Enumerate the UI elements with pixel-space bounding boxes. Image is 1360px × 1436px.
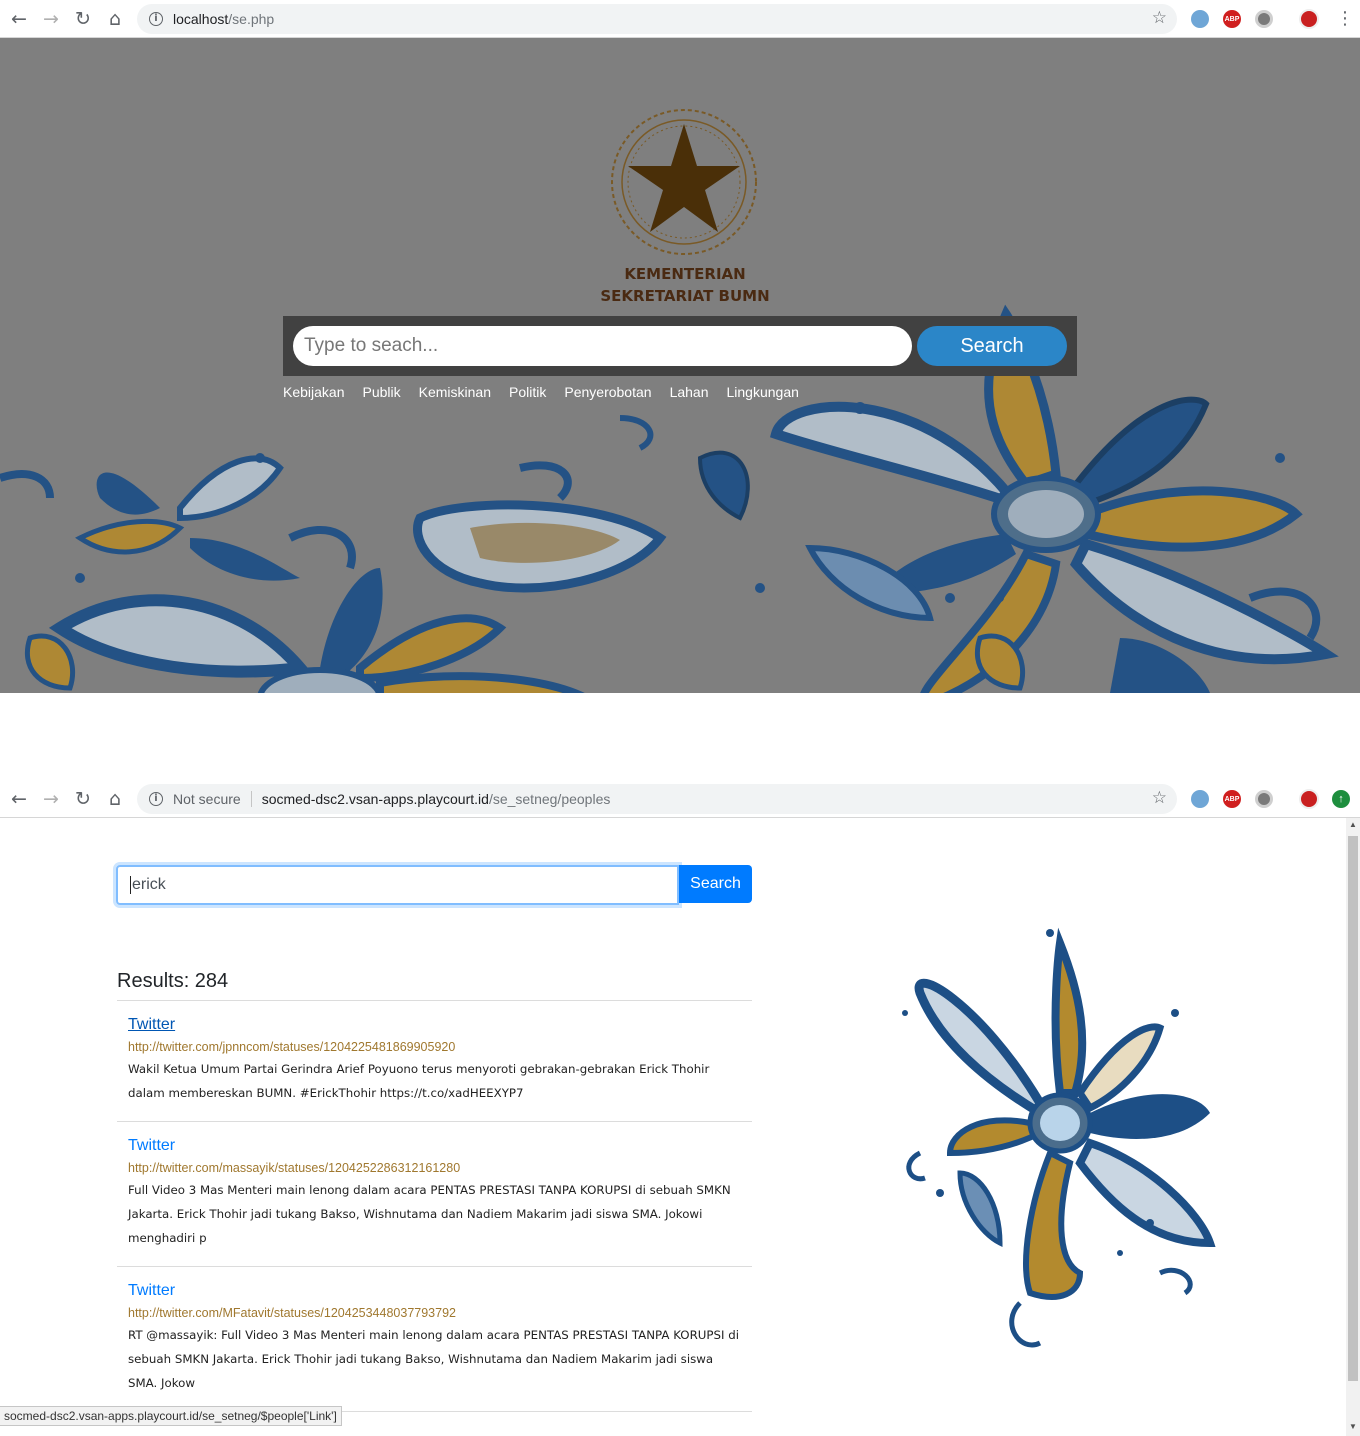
url-path: /se.php: [228, 11, 275, 27]
reload-icon[interactable]: ↻: [67, 3, 99, 35]
home-icon[interactable]: ⌂: [99, 783, 131, 815]
hero-search-input[interactable]: Type to seach...: [293, 326, 912, 366]
result-item: Twitter http://twitter.com/jpnncom/statu…: [128, 1016, 740, 1105]
result-url[interactable]: http://twitter.com/MFatavit/statuses/120…: [128, 1306, 740, 1320]
divider: [117, 1000, 752, 1001]
address-bar[interactable]: i Not secure socmed-dsc2.vsan-apps.playc…: [137, 784, 1177, 814]
profile-avatar-icon[interactable]: [1299, 9, 1319, 29]
back-icon[interactable]: ←: [3, 783, 35, 815]
info-icon[interactable]: i: [149, 12, 163, 26]
people-search-button[interactable]: Search: [679, 865, 752, 903]
hero-search-bar: Type to seach... Search: [283, 316, 1077, 376]
update-arrow-icon[interactable]: ↑: [1332, 790, 1350, 808]
result-item: Twitter http://twitter.com/massayik/stat…: [128, 1137, 740, 1250]
ministry-line-2: SEKRETARIAT BUMN: [600, 287, 770, 305]
scroll-up-arrow-icon[interactable]: ▲: [1349, 820, 1357, 829]
batik-flower-illustration: [902, 927, 1216, 1348]
results-count: Results: 284: [117, 970, 229, 992]
result-title-link[interactable]: Twitter: [128, 1016, 740, 1034]
divider: [117, 1266, 752, 1267]
url-path: /se_setneg/peoples: [488, 791, 611, 807]
people-search-input[interactable]: erick: [116, 865, 679, 905]
category-link[interactable]: Politik: [509, 384, 546, 400]
circle-extension-icon[interactable]: [1255, 10, 1273, 28]
result-title-link[interactable]: Twitter: [128, 1137, 740, 1155]
ministry-name: KEMENTERIAN SEKRETARIAT BUMN: [540, 263, 830, 307]
scrollbar-thumb[interactable]: [1348, 836, 1358, 1381]
reload-icon[interactable]: ↻: [67, 783, 99, 815]
bookmark-star-icon[interactable]: ☆: [1152, 788, 1167, 808]
info-icon[interactable]: i: [149, 792, 163, 806]
result-snippet: Wakil Ketua Umum Partai Gerindra Arief P…: [128, 1062, 710, 1100]
result-snippet: Full Video 3 Mas Menteri main lenong dal…: [128, 1183, 731, 1245]
ministry-line-1: KEMENTERIAN: [624, 265, 746, 283]
text-caret: [130, 876, 131, 894]
adblock-extension-icon[interactable]: ABP: [1223, 10, 1241, 28]
category-link[interactable]: Publik: [363, 384, 401, 400]
address-bar[interactable]: i localhost/se.php ☆: [137, 4, 1177, 34]
browser-menu-icon[interactable]: ⋮: [1336, 8, 1354, 29]
category-link[interactable]: Lahan: [670, 384, 709, 400]
cloud-extension-icon[interactable]: [1191, 790, 1209, 808]
page-scrollbar[interactable]: ▲ ▼: [1346, 818, 1360, 1436]
link-status-bar: socmed-dsc2.vsan-apps.playcourt.id/se_se…: [0, 1406, 342, 1426]
cloud-extension-icon[interactable]: [1191, 10, 1209, 28]
result-title-link[interactable]: Twitter: [128, 1282, 740, 1300]
url-host: localhost: [173, 11, 229, 27]
category-link[interactable]: Kebijakan: [283, 384, 345, 400]
url-host: socmed-dsc2.vsan-apps.playcourt.id: [261, 791, 489, 807]
search-results-page: erick Search Results: 284 Twitter http:/…: [0, 818, 1346, 1436]
hero-search-button[interactable]: Search: [917, 326, 1067, 366]
result-item: Twitter http://twitter.com/MFatavit/stat…: [128, 1282, 740, 1395]
bookmark-star-icon[interactable]: ☆: [1152, 8, 1167, 28]
category-links: Kebijakan Publik Kemiskinan Politik Peny…: [283, 384, 799, 400]
profile-avatar-icon[interactable]: [1299, 789, 1319, 809]
not-secure-label[interactable]: Not secure: [173, 791, 252, 807]
browser-toolbar-2: ← → ↻ ⌂ i Not secure socmed-dsc2.vsan-ap…: [0, 780, 1360, 818]
ministry-emblem-logo: [611, 109, 757, 255]
divider: [117, 1121, 752, 1122]
forward-icon[interactable]: →: [35, 3, 67, 35]
category-link[interactable]: Lingkungan: [727, 384, 799, 400]
hero-section: KEMENTERIAN SEKRETARIAT BUMN Type to sea…: [0, 38, 1360, 693]
adblock-extension-icon[interactable]: ABP: [1223, 790, 1241, 808]
result-snippet: RT @massayik: Full Video 3 Mas Menteri m…: [128, 1328, 739, 1390]
back-icon[interactable]: ←: [3, 3, 35, 35]
circle-extension-icon[interactable]: [1255, 790, 1273, 808]
browser-toolbar-1: ← → ↻ ⌂ i localhost/se.php ☆ ABP ⋮: [0, 0, 1360, 38]
category-link[interactable]: Kemiskinan: [419, 384, 491, 400]
forward-icon[interactable]: →: [35, 783, 67, 815]
result-url[interactable]: http://twitter.com/massayik/statuses/120…: [128, 1161, 740, 1175]
home-icon[interactable]: ⌂: [99, 3, 131, 35]
people-search-value: erick: [132, 876, 166, 893]
result-url[interactable]: http://twitter.com/jpnncom/statuses/1204…: [128, 1040, 740, 1054]
scroll-down-arrow-icon[interactable]: ▼: [1349, 1422, 1357, 1431]
category-link[interactable]: Penyerobotan: [564, 384, 651, 400]
hero-search-placeholder: Type to seach...: [304, 335, 439, 356]
